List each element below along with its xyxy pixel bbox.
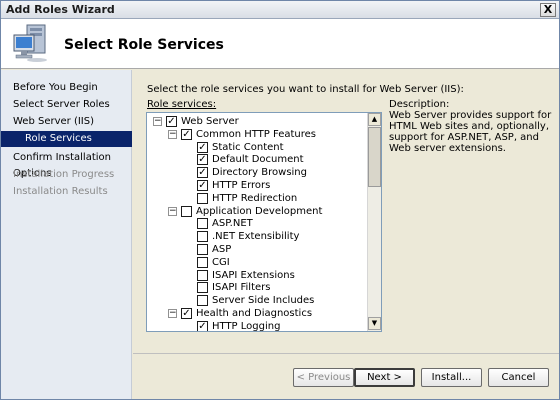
tree-row[interactable]: HTTP Redirection: [147, 192, 369, 205]
tree-item-label: ISAPI Extensions: [212, 269, 295, 281]
role-checkbox[interactable]: ✓: [181, 128, 192, 140]
tree-row[interactable]: CGI: [147, 256, 369, 269]
tree-row[interactable]: ✓ Static Content: [147, 141, 369, 154]
tree-item-label: Web Server: [181, 116, 239, 127]
collapse-expander-icon[interactable]: −: [168, 129, 177, 139]
tree-row[interactable]: ✓ Directory Browsing: [147, 166, 369, 179]
role-checkbox[interactable]: [197, 256, 208, 268]
page-title: Select Role Services: [64, 37, 224, 53]
role-checkbox[interactable]: [197, 244, 208, 255]
wizard-header: Select Role Services: [1, 19, 559, 69]
role-checkbox[interactable]: ✓: [197, 154, 208, 166]
main-content: Select the role services you want to ins…: [133, 70, 559, 399]
role-checkbox[interactable]: [197, 269, 208, 281]
window-title: Add Roles Wizard: [6, 3, 115, 16]
tree-item-label: .NET Extensibility: [212, 231, 300, 243]
tree-item-label: Static Content: [212, 141, 284, 153]
role-services-tree[interactable]: − ✓ Web Server − ✓ Common HTTP Features ✓ Stati…: [146, 112, 382, 332]
previous-button-label: < Previous: [296, 372, 351, 383]
step-role-services[interactable]: Role Services: [1, 131, 132, 147]
collapse-expander-icon[interactable]: −: [168, 206, 177, 216]
step-installation-progress: Installation Progress: [13, 169, 115, 180]
description-label: Description:: [389, 99, 450, 110]
next-button[interactable]: Next >: [354, 368, 415, 387]
role-checkbox[interactable]: ✓: [197, 320, 208, 331]
tree-item-label: Server Side Includes: [212, 295, 315, 307]
tree-row[interactable]: ISAPI Extensions: [147, 269, 369, 282]
close-button[interactable]: X: [540, 3, 556, 17]
install-button[interactable]: Install...: [421, 368, 482, 387]
tree-item-label: Application Development: [196, 205, 323, 217]
tree-row[interactable]: − Application Development: [147, 205, 369, 218]
collapse-expander-icon[interactable]: −: [153, 117, 162, 126]
wizard-steps-sidebar: Before You Begin Select Server Roles Web…: [1, 70, 132, 399]
role-checkbox[interactable]: [197, 218, 208, 230]
step-web-server-iis[interactable]: Web Server (IIS): [1, 114, 132, 130]
next-button-label: Next >: [367, 372, 402, 383]
footer-divider: [133, 353, 559, 354]
tree-item-label: Default Document: [212, 154, 304, 166]
role-checkbox[interactable]: ✓: [181, 308, 192, 319]
install-button-label: Install...: [431, 372, 472, 383]
tree-row[interactable]: ✓ HTTP Logging: [147, 320, 369, 331]
description-text: Web Server provides support for HTML Web…: [389, 110, 552, 154]
tree-item-label: ASP: [212, 244, 232, 255]
step-installation-results: Installation Results: [13, 186, 108, 197]
step-before-you-begin[interactable]: Before You Begin: [1, 80, 132, 96]
role-services-label: Role services:: [147, 99, 217, 110]
previous-button[interactable]: < Previous: [293, 368, 354, 387]
instruction-text: Select the role services you want to ins…: [147, 84, 464, 95]
role-checkbox[interactable]: ✓: [197, 141, 208, 153]
tree-row[interactable]: ✓ HTTP Errors: [147, 179, 369, 192]
collapse-expander-icon[interactable]: −: [168, 309, 177, 318]
role-checkbox[interactable]: ✓: [197, 180, 208, 191]
role-checkbox[interactable]: [197, 192, 208, 204]
tree-item-label: Directory Browsing: [212, 167, 307, 179]
step-confirm-installation-options[interactable]: Confirm Installation Options: [1, 150, 132, 179]
role-checkbox[interactable]: ✓: [166, 116, 177, 127]
role-checkbox[interactable]: ✓: [197, 167, 208, 179]
tree-item-label: HTTP Errors: [212, 180, 271, 191]
tree-item-label: CGI: [212, 256, 230, 268]
tree-row[interactable]: .NET Extensibility: [147, 230, 369, 243]
step-select-server-roles[interactable]: Select Server Roles: [1, 97, 132, 113]
tree-row[interactable]: Server Side Includes: [147, 294, 369, 307]
tree-item-label: HTTP Redirection: [212, 192, 298, 204]
tree-scrollbar[interactable]: ▲ ▼: [367, 113, 381, 331]
computer-roles-icon: [13, 24, 47, 62]
tree-row[interactable]: ✓ Default Document: [147, 153, 369, 166]
tree-row[interactable]: ASP.NET: [147, 217, 369, 230]
tree-item-label: ASP.NET: [212, 218, 253, 230]
tree-view[interactable]: − ✓ Web Server − ✓ Common HTTP Features ✓ Stati…: [147, 113, 369, 331]
role-checkbox[interactable]: [181, 205, 192, 217]
cancel-button-label: Cancel: [501, 372, 536, 383]
tree-row[interactable]: − ✓ Web Server: [147, 115, 369, 128]
role-checkbox[interactable]: [197, 231, 208, 243]
tree-item-label: HTTP Logging: [212, 320, 281, 331]
close-icon: X: [543, 3, 553, 16]
cancel-button[interactable]: Cancel: [488, 368, 549, 387]
tree-row[interactable]: ASP: [147, 243, 369, 256]
scroll-up-arrow-icon[interactable]: ▲: [368, 113, 381, 126]
add-roles-wizard-window: Add Roles Wizard X Select Role Services …: [0, 0, 560, 400]
tree-item-label: ISAPI Filters: [212, 282, 271, 294]
tree-row[interactable]: − ✓ Common HTTP Features: [147, 128, 369, 141]
role-checkbox[interactable]: [197, 282, 208, 294]
tree-item-label: Health and Diagnostics: [196, 308, 313, 319]
scroll-down-arrow-icon[interactable]: ▼: [368, 317, 381, 330]
tree-row[interactable]: − ✓ Health and Diagnostics: [147, 307, 369, 320]
title-bar[interactable]: Add Roles Wizard X: [1, 1, 559, 19]
tree-item-label: Common HTTP Features: [196, 128, 316, 140]
tree-row[interactable]: ISAPI Filters: [147, 281, 369, 294]
scrollbar-thumb[interactable]: [368, 127, 381, 187]
role-checkbox[interactable]: [197, 295, 208, 307]
